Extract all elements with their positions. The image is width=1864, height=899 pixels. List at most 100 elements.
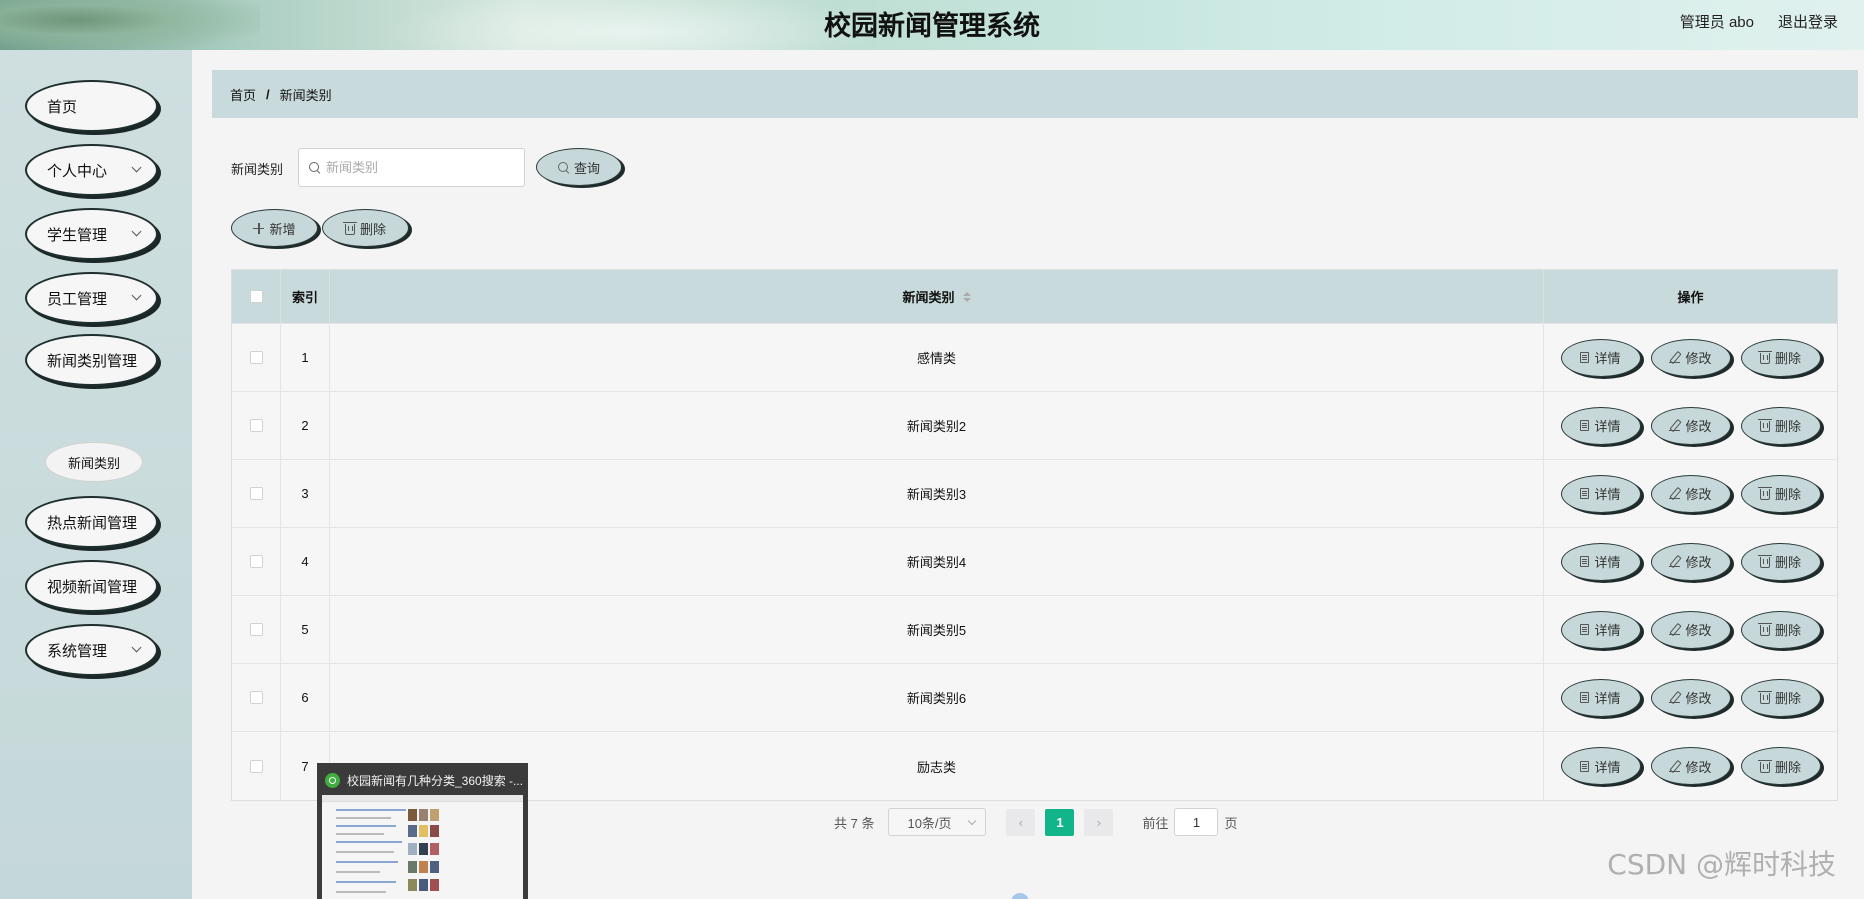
delete-button-label: 删除 [1774, 623, 1801, 638]
delete-button[interactable]: 删除 [1740, 747, 1821, 785]
document-icon [1580, 692, 1590, 703]
detail-button-label: 详情 [1594, 419, 1621, 434]
row-actions: 详情 修改 删除 [1544, 732, 1837, 800]
sidebar-item-video-news-management[interactable]: 视频新闻管理 [25, 560, 158, 612]
sidebar-item-system-management[interactable]: 系统管理 [25, 624, 158, 676]
edit-button[interactable]: 修改 [1650, 474, 1731, 513]
breadcrumb-home[interactable]: 首页 [230, 85, 256, 104]
search-field[interactable] [298, 148, 525, 187]
delete-button-label: 删除 [1774, 487, 1801, 502]
detail-button-label: 详情 [1594, 555, 1621, 570]
browser-logo-icon [325, 773, 340, 788]
table-row: 1 感情类 详情 修改 删除 [232, 324, 1837, 392]
csdn-watermark: CSDN @辉时科技 [1607, 848, 1836, 881]
row-actions: 详情 修改 删除 [1544, 596, 1837, 663]
search-input[interactable] [326, 160, 506, 175]
breadcrumb-separator: / [266, 86, 270, 102]
bulk-delete-button[interactable]: 删除 [322, 209, 409, 247]
sort-icon[interactable] [962, 291, 971, 302]
table-row: 2 新闻类别2 详情 修改 删除 [232, 392, 1837, 460]
sidebar-item-hot-news-management[interactable]: 热点新闻管理 [25, 496, 158, 548]
delete-button[interactable]: 删除 [1740, 610, 1821, 649]
delete-button[interactable]: 删除 [1740, 406, 1821, 445]
add-button[interactable]: 新增 [231, 209, 318, 247]
row-index: 5 [281, 596, 330, 663]
page-number-current[interactable]: 1 [1045, 808, 1075, 836]
detail-button[interactable]: 详情 [1560, 338, 1641, 377]
row-checkbox[interactable] [249, 487, 263, 500]
next-page-button[interactable]: › [1084, 808, 1114, 836]
delete-button[interactable]: 删除 [1740, 678, 1821, 717]
edit-button[interactable]: 修改 [1650, 542, 1731, 581]
row-checkbox[interactable] [249, 351, 263, 364]
sidebar-item-staff-management[interactable]: 员工管理 [25, 272, 158, 324]
delete-button-label: 删除 [1774, 759, 1801, 775]
edit-button-label: 修改 [1685, 623, 1712, 638]
sidebar-item-news-category-management[interactable]: 新闻类别管理 [25, 334, 158, 386]
edit-pen-icon [1669, 556, 1681, 568]
edit-button[interactable]: 修改 [1650, 747, 1731, 785]
table-body: 1 感情类 详情 修改 删除 2 新闻类别2 详情 修改 删除 3 新闻类别3 详情 修改 删除 4 新闻类别4… [232, 324, 1837, 800]
row-checkbox[interactable] [249, 759, 263, 773]
search-button[interactable]: 查询 [536, 148, 622, 186]
taskbar-window-preview[interactable]: 校园新闻有几种分类_360搜索 -... [317, 763, 528, 899]
sidebar-item-label: 热点新闻管理 [47, 514, 138, 532]
document-icon [1580, 760, 1590, 772]
detail-button[interactable]: 详情 [1560, 747, 1641, 785]
edit-button[interactable]: 修改 [1650, 678, 1731, 717]
row-checkbox[interactable] [249, 555, 263, 568]
detail-button[interactable]: 详情 [1560, 406, 1641, 445]
edit-button-label: 修改 [1685, 351, 1712, 366]
detail-button[interactable]: 详情 [1560, 678, 1641, 717]
trash-icon [1757, 419, 1772, 432]
sidebar-item-label: 新闻类别管理 [47, 352, 138, 370]
row-actions: 详情 修改 删除 [1544, 392, 1837, 459]
sidebar-item-label: 视频新闻管理 [47, 578, 138, 596]
sidebar-item-label: 个人中心 [47, 162, 108, 180]
row-index: 2 [281, 392, 330, 459]
row-checkbox[interactable] [249, 623, 263, 636]
floating-assistant-icon[interactable] [1011, 893, 1029, 899]
edit-button[interactable]: 修改 [1650, 610, 1731, 649]
prev-page-button[interactable]: ‹ [1006, 808, 1036, 836]
row-category: 新闻类别6 [330, 664, 1544, 731]
delete-button[interactable]: 删除 [1740, 542, 1821, 581]
table-row: 3 新闻类别3 详情 修改 删除 [232, 460, 1837, 528]
sidebar-item-home[interactable]: 首页 [25, 80, 158, 132]
logout-link[interactable]: 退出登录 [1778, 11, 1838, 32]
page-size-select[interactable]: 10条/页 [888, 808, 987, 836]
edit-button[interactable]: 修改 [1650, 406, 1731, 445]
goto-label: 前往 [1142, 815, 1169, 831]
pagination-total: 共 7 条 [834, 815, 875, 831]
pagination: 共 7 条 10条/页 ‹ 1 › 前往 1 页 [834, 808, 1238, 836]
row-category: 新闻类别4 [330, 528, 1544, 595]
column-header-category[interactable]: 新闻类别 [330, 270, 1544, 323]
select-all-checkbox[interactable] [249, 290, 263, 303]
trash-icon [1757, 487, 1772, 500]
edit-button-label: 修改 [1685, 487, 1712, 502]
row-checkbox-cell [232, 528, 281, 595]
detail-button[interactable]: 详情 [1560, 474, 1641, 513]
detail-button-label: 详情 [1594, 623, 1621, 638]
delete-button[interactable]: 删除 [1740, 338, 1821, 377]
row-actions: 详情 修改 删除 [1544, 528, 1837, 595]
detail-button[interactable]: 详情 [1560, 542, 1641, 581]
edit-pen-icon [1669, 352, 1681, 364]
breadcrumb-current: 新闻类别 [279, 87, 332, 103]
detail-button[interactable]: 详情 [1560, 610, 1641, 649]
delete-button-label: 删除 [1774, 351, 1801, 366]
row-checkbox[interactable] [249, 691, 263, 704]
trash-icon [1757, 623, 1772, 636]
current-user-label[interactable]: 管理员 abo [1680, 11, 1754, 32]
row-checkbox-cell [232, 460, 281, 527]
delete-button[interactable]: 删除 [1740, 474, 1821, 513]
edit-button[interactable]: 修改 [1650, 338, 1731, 377]
app-title: 校园新闻管理系统 [824, 11, 1040, 42]
submenu-item-news-category[interactable]: 新闻类别 [45, 442, 143, 482]
goto-page-input[interactable]: 1 [1174, 808, 1219, 836]
sidebar-item-personal-center[interactable]: 个人中心 [25, 144, 158, 196]
chevron-down-icon [131, 290, 142, 301]
row-checkbox[interactable] [249, 419, 263, 432]
goto-suffix: 页 [1224, 815, 1238, 831]
sidebar-item-student-management[interactable]: 学生管理 [25, 208, 158, 260]
